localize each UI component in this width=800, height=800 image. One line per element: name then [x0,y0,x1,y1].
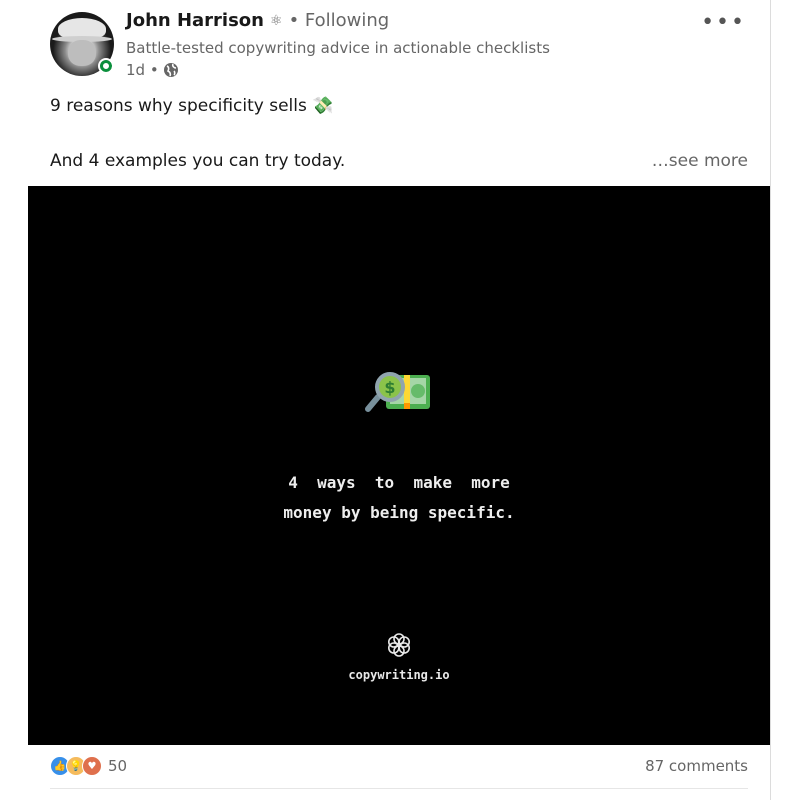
slide-title: 4 ways to make more money by being speci… [283,473,515,522]
svg-text:$: $ [384,378,395,397]
post-text-line-2: And 4 examples you can try today. [50,151,346,171]
post-text-line-1: 9 reasons why specificity sells 💸 [50,96,334,116]
reactions-summary[interactable]: 👍 💡 ♥ 50 [50,756,127,776]
money-magnifier-icon: $ [365,372,430,412]
reaction-count: 50 [108,757,128,775]
flower-logo-icon [388,633,411,657]
love-icon: ♥ [82,756,102,776]
brand-name: copywriting.io [348,668,450,682]
globe-icon [163,63,178,77]
see-more-link[interactable]: …see more [652,151,748,171]
author-name[interactable]: John Harrison [126,10,264,31]
more-options-button[interactable]: ••• [701,10,746,35]
feed-post-card: John Harrison ⚛ • Following Battle-teste… [28,0,771,800]
post-media-image[interactable]: $ 4 ways to make more money by being spe… [28,186,770,745]
author-headline: Battle-tested copywriting advice in acti… [126,39,550,57]
post-meta: 1d • [126,61,179,79]
author-name-row: John Harrison ⚛ • Following [126,10,389,31]
atom-icon: ⚛ [270,12,283,29]
online-status-icon [98,58,114,74]
divider [50,788,748,789]
comments-count-link[interactable]: 87 comments [645,757,748,775]
post-time: 1d • [126,61,159,79]
follow-status: • Following [288,10,390,31]
avatar-face [68,40,96,66]
